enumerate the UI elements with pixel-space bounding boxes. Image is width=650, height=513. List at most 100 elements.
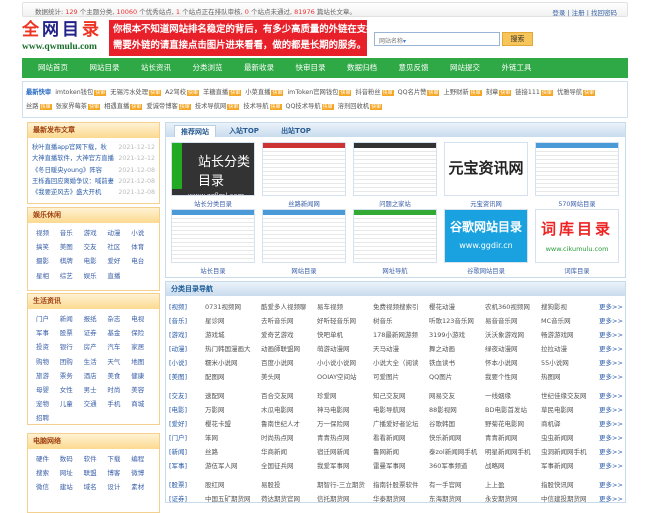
category-link[interactable]: 宠物	[36, 397, 60, 411]
more-link[interactable]: 更多>>	[599, 371, 623, 381]
nav-item[interactable]: 站长资讯	[135, 58, 177, 78]
site-link[interactable]: 农机360视频网	[485, 301, 530, 311]
site-link[interactable]: 88影视网	[429, 404, 457, 414]
category-link[interactable]: 证券	[84, 326, 108, 340]
category-link[interactable]: 爱好	[107, 254, 131, 268]
site-link[interactable]: 易音音乐网	[485, 315, 518, 325]
latest-site-link[interactable]: A2驾校 快审	[165, 89, 200, 96]
site-caption[interactable]: 570网站目录	[535, 199, 619, 208]
category-link[interactable]: 搜索	[36, 466, 60, 480]
site-link[interactable]: OOIAY空间站	[317, 371, 357, 381]
site-link[interactable]: 笨网	[205, 432, 218, 442]
site-link[interactable]: 免费视频搜索引	[373, 301, 419, 311]
site-link[interactable]: 万影网	[205, 404, 225, 414]
category-link[interactable]: 新闻	[60, 312, 84, 326]
site-link[interactable]: 沃沃象游戏网	[485, 329, 524, 339]
site-link[interactable]: 指南针股票软件	[373, 479, 419, 489]
category-link[interactable]: 美图	[60, 240, 84, 254]
site-link[interactable]: 青青热点网	[317, 432, 350, 442]
category-link[interactable]: 儿童	[60, 397, 84, 411]
category-link[interactable]: 建站	[60, 480, 84, 494]
nav-item[interactable]: 意见反馈	[393, 58, 435, 78]
site-caption[interactable]: 词库目录	[535, 266, 619, 275]
site-link[interactable]: 全国征兵网	[261, 460, 294, 470]
site-link[interactable]: 万一保险网	[317, 418, 350, 428]
login-link[interactable]: 登录	[552, 9, 565, 17]
nav-item[interactable]: 外链工具	[496, 58, 538, 78]
category-link[interactable]: 保险	[131, 326, 155, 340]
site-link[interactable]: 网易交友	[429, 390, 455, 400]
site-link[interactable]: 酷爱多人视频聊	[261, 301, 307, 311]
category-link[interactable]: 综艺	[60, 269, 84, 283]
category-link[interactable]: 设计	[107, 480, 131, 494]
category-link[interactable]: 男士	[84, 383, 108, 397]
nav-item[interactable]: 快审目录	[290, 58, 332, 78]
latest-site-link[interactable]: QQ名片赞 快审	[398, 89, 440, 96]
site-caption[interactable]: 网站目录	[262, 266, 346, 275]
site-link[interactable]: 谷歌韩国	[429, 418, 455, 428]
category-link[interactable]: 军事	[36, 326, 60, 340]
site-link[interactable]: 野菊花电影网	[485, 418, 524, 428]
site-thumbnail[interactable]	[262, 142, 346, 196]
category-link[interactable]: 团购	[60, 355, 84, 369]
category-link[interactable]: 旅游	[36, 369, 60, 383]
category-link[interactable]: 票务	[60, 369, 84, 383]
nav-item[interactable]: 网站提交	[444, 58, 486, 78]
category-link[interactable]: 报纸	[84, 312, 108, 326]
latest-site-link[interactable]: 羊糖直播 快审	[203, 89, 242, 96]
site-thumbnail[interactable]	[353, 209, 437, 263]
category-link[interactable]: 手机	[107, 397, 131, 411]
site-thumbnail[interactable]	[535, 142, 619, 196]
nav-item[interactable]: 网站首页	[32, 58, 74, 78]
category-link[interactable]: 星相	[36, 269, 60, 283]
more-link[interactable]: 更多>>	[599, 460, 623, 470]
tab-in-top[interactable]: 入站TOP	[224, 125, 264, 137]
site-link[interactable]: 绿夜动漫网	[485, 343, 518, 353]
category-link[interactable]: 美容	[131, 383, 155, 397]
category-link[interactable]: 美食	[107, 369, 131, 383]
category-link[interactable]: 微博	[131, 466, 155, 480]
site-link[interactable]: 178最新网游频	[373, 329, 418, 339]
category-link[interactable]: 生活	[84, 355, 108, 369]
site-link[interactable]: 虫虫新闻网	[541, 432, 574, 442]
site-link[interactable]: 战略网	[485, 460, 505, 470]
site-link[interactable]: 虫洞新闻网手机	[541, 446, 587, 456]
nav-item[interactable]: 网站目录	[84, 58, 126, 78]
site-logo[interactable]: 全网目录 www.qwmulu.com	[22, 20, 108, 57]
more-link[interactable]: 更多>>	[599, 357, 623, 367]
category-link[interactable]: 酒店	[84, 369, 108, 383]
category-link[interactable]: 联盟	[84, 466, 108, 480]
site-link[interactable]: 中信建投期货网	[541, 493, 587, 503]
site-link[interactable]: 可爱图片	[373, 371, 399, 381]
category-link[interactable]: 电影	[84, 254, 108, 268]
category-link[interactable]: 小说	[131, 226, 155, 240]
site-link[interactable]: 青青新闻网	[485, 432, 518, 442]
site-link[interactable]: 军事新闻网	[541, 460, 574, 470]
category-link[interactable]: 直播	[107, 269, 131, 283]
search-button[interactable]: 搜索	[502, 32, 533, 46]
category-link[interactable]: 电台	[131, 254, 155, 268]
site-link[interactable]: 时尚热点网	[261, 432, 294, 442]
site-thumbnail[interactable]	[262, 209, 346, 263]
category-link[interactable]: 硬件	[36, 452, 60, 466]
site-link[interactable]: 小小说小说网	[317, 357, 356, 367]
category-link[interactable]: 银行	[60, 340, 84, 354]
site-link[interactable]: 信托期货网	[317, 493, 350, 503]
site-link[interactable]: 天马动漫	[373, 343, 399, 353]
category-link[interactable]: 商城	[131, 397, 155, 411]
category-link[interactable]: 招聘	[36, 411, 60, 425]
category-label[interactable]: [门户]	[169, 432, 187, 442]
category-link[interactable]: 域名	[84, 480, 108, 494]
site-link[interactable]: 去听音乐网	[261, 315, 294, 325]
site-link[interactable]: 明星新闻网手机	[485, 446, 531, 456]
search-input[interactable]: 网站名称▾	[374, 32, 500, 46]
site-caption[interactable]: 谷歌网站目录	[444, 266, 528, 275]
site-link[interactable]: 电影导航网	[373, 404, 406, 414]
more-link[interactable]: 更多>>	[599, 315, 623, 325]
site-caption[interactable]: 站长分类目录	[171, 199, 255, 208]
site-link[interactable]: 听歌123音乐网	[429, 315, 474, 325]
latest-site-link[interactable]: 丝路 快审	[26, 103, 52, 110]
latest-site-link[interactable]: 优雅导航 快审	[557, 89, 596, 96]
site-link[interactable]: 畅游游戏网	[541, 329, 574, 339]
site-link[interactable]: 华泰期货网	[373, 493, 406, 503]
